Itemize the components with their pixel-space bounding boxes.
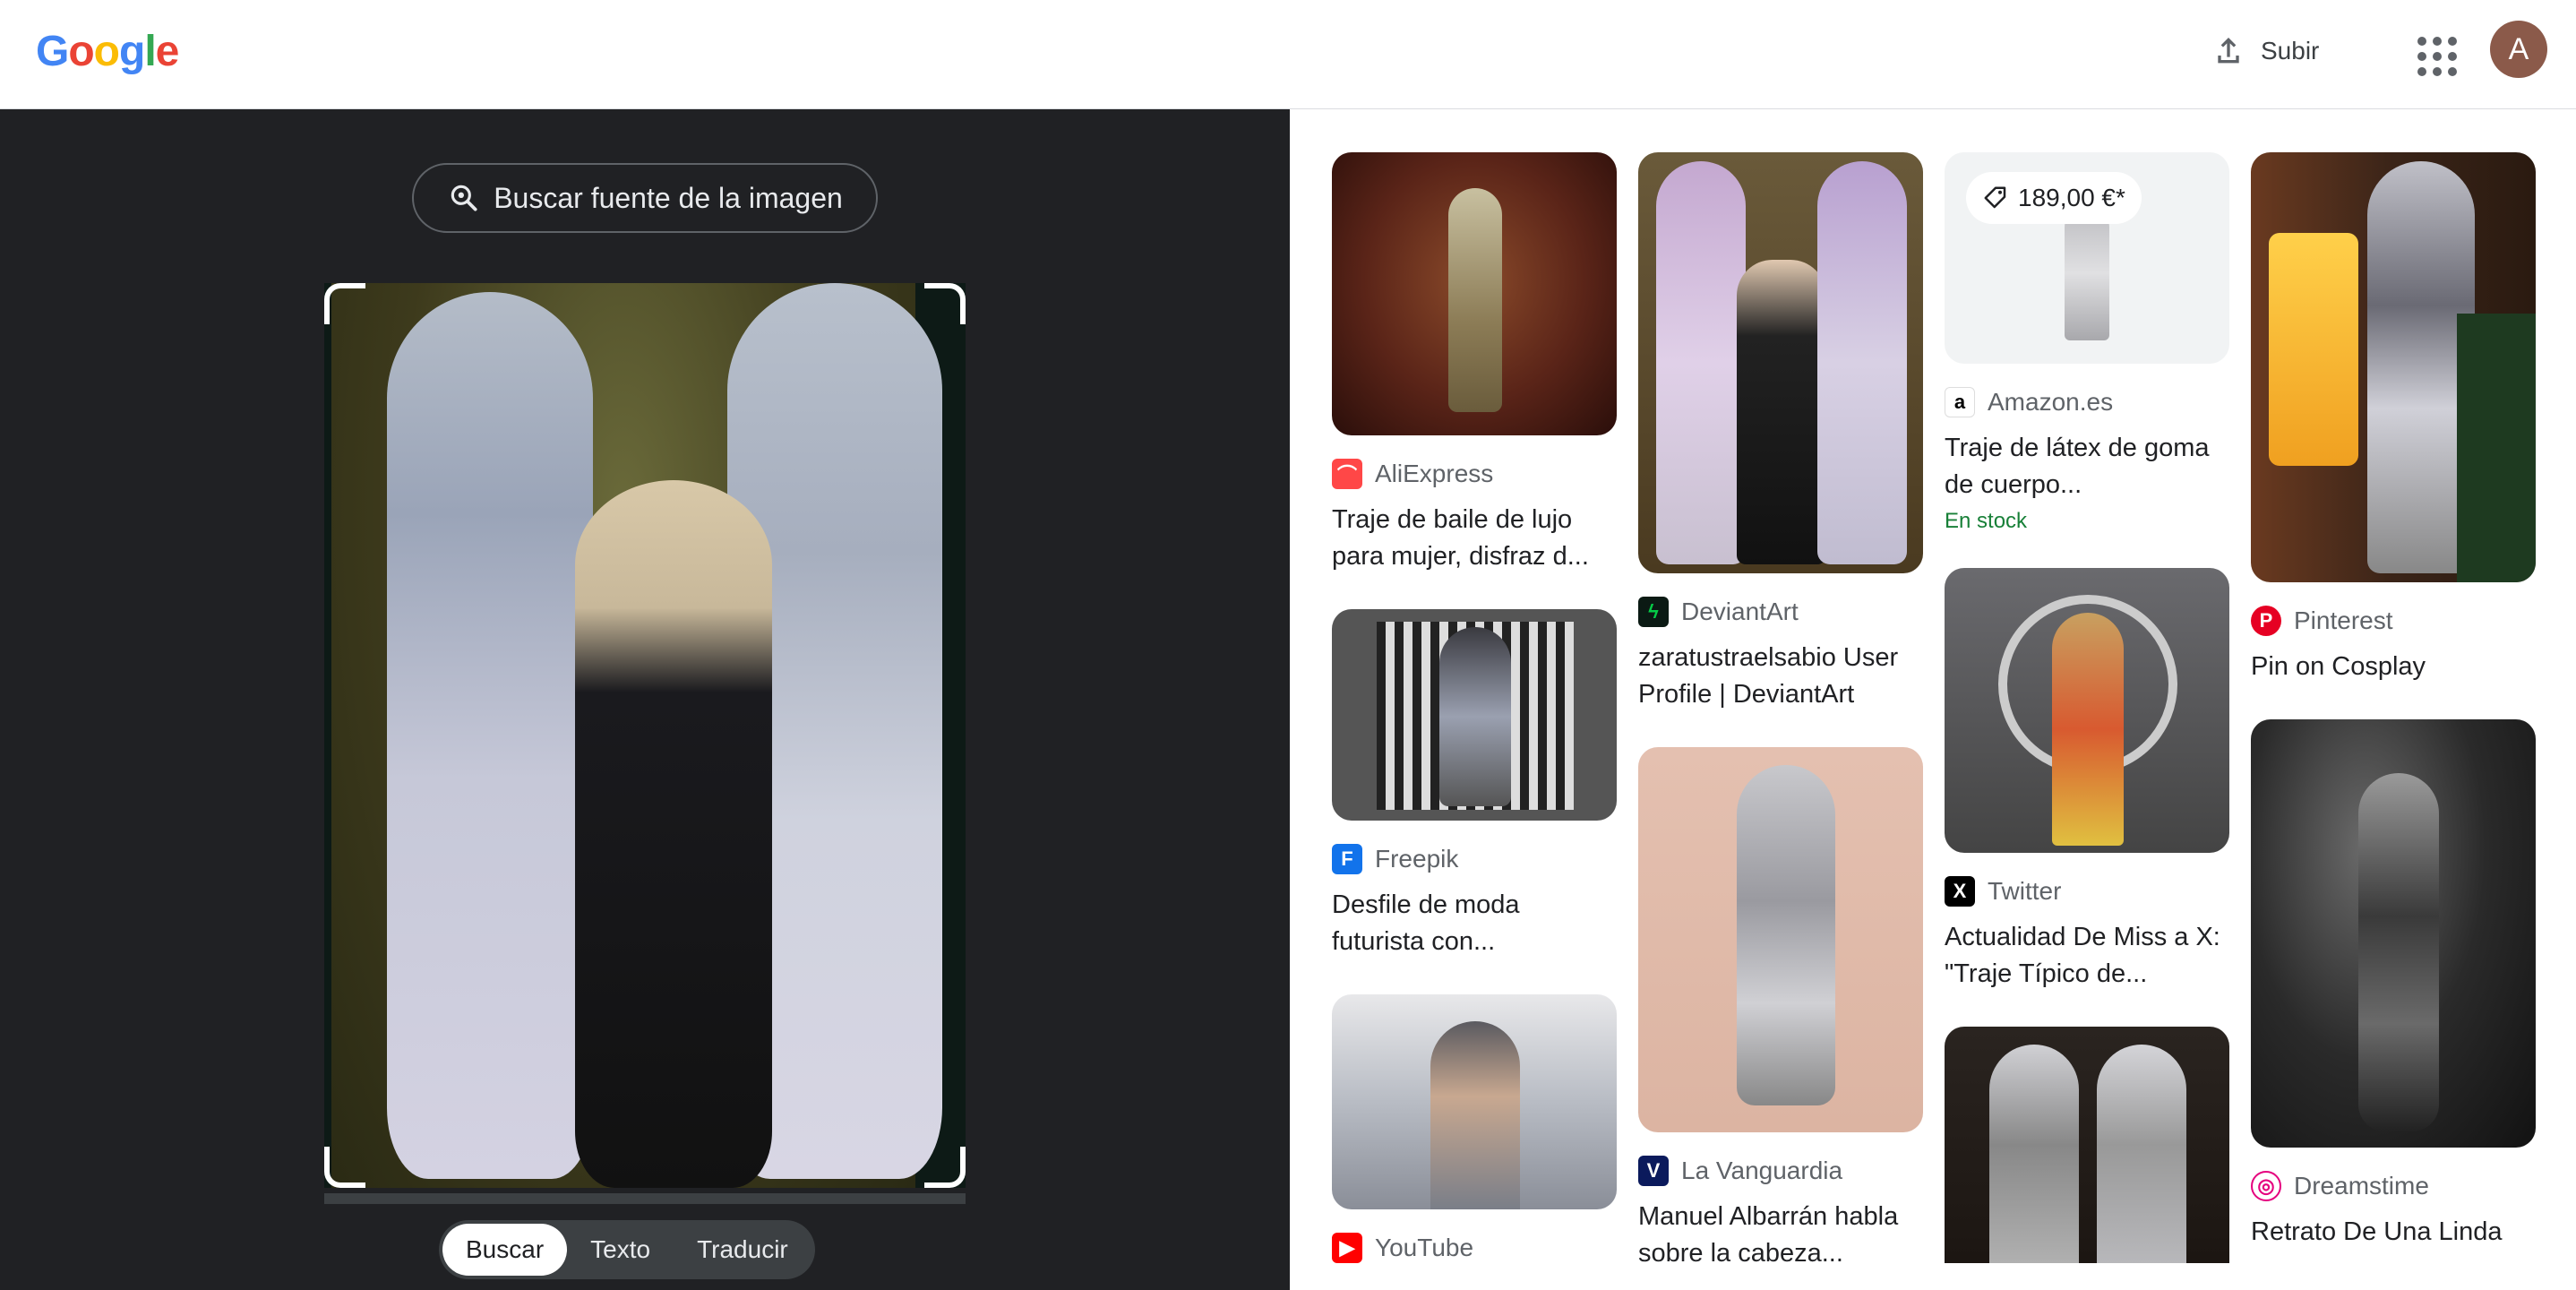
lens-image-panel: Buscar fuente de la imagen Buscar Texto …: [0, 109, 1290, 1290]
image-bottom-strip: [324, 1193, 966, 1204]
result-title[interactable]: Actualidad De Miss a X: "Traje Típico de…: [1945, 919, 2229, 993]
result-source: La Vanguardia: [1681, 1157, 1843, 1184]
result-card[interactable]: ⌒ AliExpress Traje de baile de lujo para…: [1332, 152, 1617, 575]
amazon-icon: a: [1945, 387, 1975, 417]
result-title[interactable]: Retrato De Una Linda: [2251, 1214, 2536, 1251]
lens-mode-tabs: Buscar Texto Traducir: [439, 1220, 815, 1279]
result-thumbnail: [2251, 719, 2536, 1148]
result-title[interactable]: Manuel Albarrán habla sobre la cabeza...: [1638, 1199, 1923, 1263]
result-source: YouTube: [1375, 1234, 1474, 1261]
result-thumbnail: [1332, 609, 1617, 821]
youtube-icon: ▶: [1332, 1233, 1362, 1263]
find-image-source-button[interactable]: Buscar fuente de la imagen: [412, 163, 878, 233]
result-card[interactable]: ▶ YouTube: [1332, 994, 1617, 1263]
result-thumbnail: 189,00 €*: [1945, 152, 2229, 364]
result-card[interactable]: F Freepik Desfile de moda futurista con.…: [1332, 609, 1617, 960]
result-source: Twitter: [1988, 877, 2062, 905]
result-thumbnail: [1332, 152, 1617, 435]
dreamstime-icon: ◎: [2251, 1171, 2281, 1201]
upload-icon: [2218, 38, 2239, 64]
crop-handle-bottom-right[interactable]: [924, 1147, 966, 1188]
result-thumbnail: [1945, 1027, 2229, 1263]
result-thumbnail: [1945, 568, 2229, 853]
crop-handle-top-right[interactable]: [924, 283, 966, 324]
stock-status: En stock: [1945, 509, 2028, 533]
results-column-3: 189,00 €* a Amazon.es Traje de látex de …: [1945, 152, 2229, 1263]
result-source: Dreamstime: [2294, 1172, 2429, 1200]
result-title[interactable]: Pin on Cosplay: [2251, 649, 2536, 685]
result-source: Pinterest: [2294, 606, 2393, 634]
freepik-icon: F: [1332, 844, 1362, 874]
deviantart-icon: ϟ: [1638, 597, 1669, 627]
apps-grid-icon[interactable]: [2409, 29, 2457, 76]
price-badge: 189,00 €*: [1966, 172, 2142, 224]
result-card[interactable]: V La Vanguardia Manuel Albarrán habla so…: [1638, 747, 1923, 1263]
selected-image[interactable]: [324, 283, 966, 1188]
result-source: DeviantArt: [1681, 598, 1799, 625]
upload-label: Subir: [2261, 37, 2320, 64]
lens-search-icon: [451, 185, 477, 211]
result-card[interactable]: X Twitter Actualidad De Miss a X: "Traje…: [1945, 568, 2229, 993]
result-thumbnail: [1332, 994, 1617, 1209]
aliexpress-icon: ⌒: [1332, 459, 1362, 489]
results-column-4: P Pinterest Pin on Cosplay ◎ Dreamstime …: [2251, 152, 2536, 1263]
google-logo[interactable]: Google: [36, 27, 179, 76]
tab-buscar[interactable]: Buscar: [442, 1224, 568, 1276]
result-card[interactable]: [1945, 1027, 2229, 1263]
price-label: 189,00 €*: [2018, 184, 2125, 211]
results-column-2: ϟ DeviantArt zaratustraelsabio User Prof…: [1638, 152, 1923, 1263]
avatar[interactable]: A: [2490, 21, 2547, 78]
result-thumbnail: [1638, 152, 1923, 573]
image-figure-center: [575, 480, 772, 1188]
visual-matches: ⌒ AliExpress Traje de baile de lujo para…: [1290, 109, 2576, 1263]
upload-button[interactable]: Subir: [2194, 23, 2335, 79]
crop-handle-top-left[interactable]: [324, 283, 365, 324]
top-bar: Google Subir A: [0, 0, 2576, 109]
result-title[interactable]: Desfile de moda futurista con...: [1332, 887, 1617, 960]
x-twitter-icon: X: [1945, 876, 1975, 907]
crop-handle-bottom-left[interactable]: [324, 1147, 365, 1188]
result-thumbnail: [2251, 152, 2536, 582]
image-figure-left: [387, 292, 593, 1179]
result-source: Freepik: [1375, 845, 1459, 873]
results-column-1: ⌒ AliExpress Traje de baile de lujo para…: [1332, 152, 1617, 1263]
result-title[interactable]: Traje de látex de goma de cuerpo...: [1945, 430, 2229, 503]
result-source: AliExpress: [1375, 460, 1494, 487]
price-tag-icon: [1984, 186, 2006, 209]
tab-traducir[interactable]: Traducir: [674, 1224, 811, 1276]
result-card[interactable]: P Pinterest Pin on Cosplay: [2251, 152, 2536, 685]
result-card[interactable]: ◎ Dreamstime Retrato De Una Linda: [2251, 719, 2536, 1251]
pinterest-icon: P: [2251, 606, 2281, 636]
result-card[interactable]: ϟ DeviantArt zaratustraelsabio User Prof…: [1638, 152, 1923, 713]
result-title[interactable]: Traje de baile de lujo para mujer, disfr…: [1332, 502, 1617, 575]
tab-texto[interactable]: Texto: [567, 1224, 674, 1276]
result-thumbnail: [1638, 747, 1923, 1132]
la-vanguardia-icon: V: [1638, 1156, 1669, 1186]
result-card[interactable]: 189,00 €* a Amazon.es Traje de látex de …: [1945, 152, 2229, 534]
find-image-source-label: Buscar fuente de la imagen: [494, 181, 843, 214]
result-source: Amazon.es: [1988, 388, 2114, 416]
result-title[interactable]: zaratustraelsabio User Profile | Deviant…: [1638, 640, 1923, 713]
